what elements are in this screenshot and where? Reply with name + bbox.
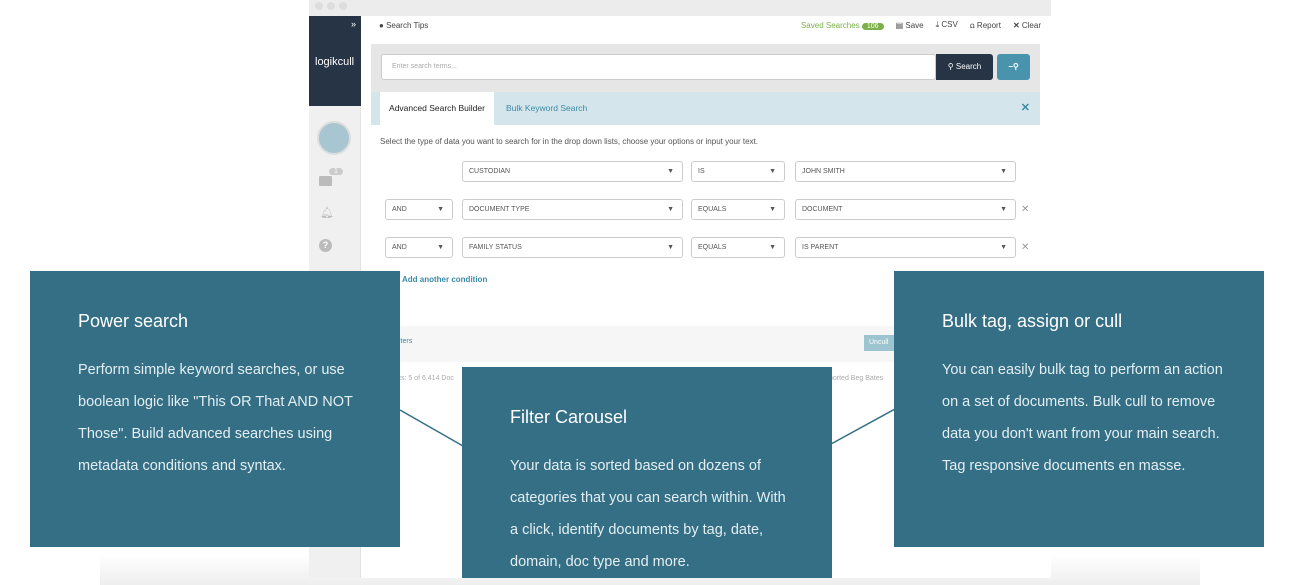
- feature-card-bulk-tag: Bulk tag, assign or cull You can easily …: [894, 271, 1264, 547]
- connector-line: [830, 408, 896, 445]
- card-title: Power search: [78, 311, 189, 331]
- card-body: You can easily bulk tag to perform an ac…: [942, 362, 1223, 474]
- card-title: Filter Carousel: [510, 407, 628, 427]
- feature-card-filter-carousel: Filter Carousel Your data is sorted base…: [462, 367, 832, 578]
- feature-card-power-search: Power search Perform simple keyword sear…: [30, 271, 400, 547]
- card-title: Bulk tag, assign or cull: [942, 311, 1123, 331]
- card-body: Your data is sorted based on dozens of c…: [510, 458, 786, 570]
- card-body: Perform simple keyword searches, or use …: [78, 362, 353, 474]
- connector-line: [399, 409, 464, 447]
